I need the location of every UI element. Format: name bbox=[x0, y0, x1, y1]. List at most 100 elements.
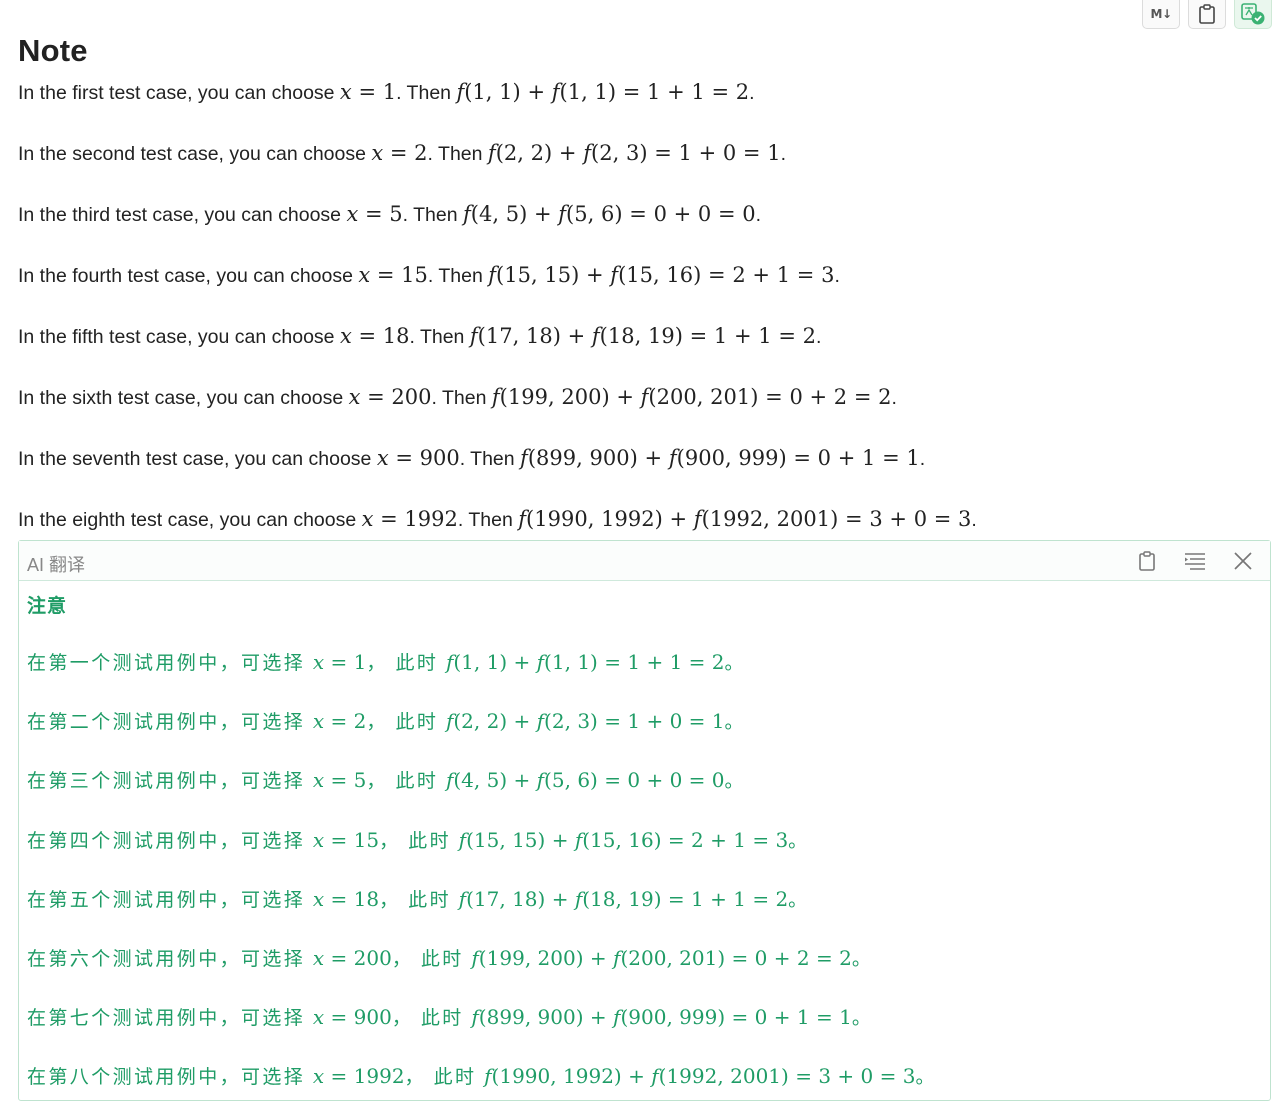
text-segment: In the fifth test case, you can choose bbox=[18, 326, 340, 348]
math-value: = 5 bbox=[324, 768, 367, 793]
math-expression: f(2, 2) + f(2, 3) = 1 + 0 = 1 bbox=[487, 141, 781, 165]
math-variable: x bbox=[358, 263, 371, 287]
math-value: = 2 bbox=[324, 709, 367, 734]
math-expression: f(4, 5) + f(5, 6) = 0 + 0 = 0 bbox=[462, 202, 756, 226]
text-segment: ， 此时 bbox=[366, 712, 446, 734]
text-segment: ， 此时 bbox=[366, 771, 446, 793]
text-segment: 在第四个测试用例中，可选择 bbox=[27, 830, 313, 852]
math-variable: x bbox=[361, 507, 374, 531]
ai-heading: 注意 bbox=[27, 596, 68, 617]
markdown-label: M↓ bbox=[1150, 7, 1173, 21]
text-segment: ， 此时 bbox=[379, 830, 459, 852]
text-segment: 。 bbox=[788, 830, 810, 852]
text-segment: . bbox=[816, 326, 822, 348]
text-segment: 。 bbox=[724, 653, 746, 674]
text-segment: In the eighth test case, you can choose bbox=[18, 509, 362, 531]
text-segment: In the second test case, you can choose bbox=[18, 143, 372, 165]
math-expression: f(1, 1) + f(1, 1) = 1 + 1 = 2 bbox=[445, 650, 725, 674]
text-segment: 在第七个测试用例中，可选择 bbox=[27, 1008, 313, 1030]
note-line: In the second test case, you can choose … bbox=[18, 136, 1248, 197]
text-segment: . bbox=[971, 509, 977, 531]
text-segment: ， 此时 bbox=[391, 948, 472, 970]
text-segment: . bbox=[919, 448, 926, 470]
math-value: = 1992 bbox=[324, 1064, 405, 1089]
text-segment: 。 bbox=[851, 1008, 874, 1030]
text-segment: 。 bbox=[788, 889, 810, 911]
ai-close-button[interactable] bbox=[1228, 548, 1258, 574]
math-expression: f(2, 2) + f(2, 3) = 1 + 0 = 1 bbox=[445, 709, 725, 734]
ai-panel-tools bbox=[1132, 548, 1258, 574]
math-expression: f(17, 18) + f(18, 19) = 1 + 1 = 2 bbox=[469, 324, 817, 348]
ai-translated-line: 在第七个测试用例中，可选择 x = 900， 此时 f(899, 900) + … bbox=[27, 1000, 937, 1059]
math-value: = 1 bbox=[351, 80, 397, 104]
ai-copy-button[interactable] bbox=[1132, 548, 1162, 574]
math-variable: x bbox=[339, 80, 352, 104]
note-line: In the seventh test case, you can choose… bbox=[18, 441, 1248, 502]
text-segment: . bbox=[891, 387, 897, 409]
math-variable: x bbox=[312, 945, 325, 970]
math-expression: f(899, 900) + f(900, 999) = 0 + 1 = 1 bbox=[471, 1005, 852, 1030]
text-segment: 。 bbox=[724, 712, 746, 734]
math-variable: x bbox=[312, 650, 325, 674]
text-segment: 在第五个测试用例中，可选择 bbox=[27, 889, 313, 911]
ai-panel-header: AI 翻译 bbox=[19, 541, 1270, 581]
math-expression: f(4, 5) + f(5, 6) = 0 + 0 = 0 bbox=[445, 768, 725, 793]
math-value: = 1 bbox=[324, 650, 367, 674]
text-segment: . bbox=[780, 143, 787, 165]
clipboard-icon bbox=[1199, 4, 1215, 24]
translate-button[interactable] bbox=[1234, 0, 1272, 29]
math-variable: x bbox=[339, 324, 352, 348]
ai-list: 在第一个测试用例中，可选择 x = 1， 此时 f(1, 1) + f(1, 1… bbox=[27, 645, 937, 1119]
text-segment: 在第六个测试用例中，可选择 bbox=[27, 948, 313, 970]
math-value: = 900 bbox=[388, 446, 460, 470]
ai-translated-line: 在第六个测试用例中，可选择 x = 200， 此时 f(199, 200) + … bbox=[27, 941, 937, 1000]
math-expression: f(17, 18) + f(18, 19) = 1 + 1 = 2 bbox=[458, 886, 789, 911]
top-toolbar: M↓ bbox=[1142, 0, 1272, 29]
text-segment: . Then bbox=[409, 326, 470, 348]
math-value: = 15 bbox=[324, 827, 380, 852]
text-segment: 在第三个测试用例中，可选择 bbox=[27, 771, 313, 793]
math-variable: x bbox=[346, 202, 359, 226]
ai-format-button[interactable] bbox=[1180, 548, 1210, 574]
indent-lines-icon bbox=[1185, 553, 1205, 570]
text-segment: In the fourth test case, you can choose bbox=[18, 265, 359, 287]
ai-translation-panel: AI 翻译 注意 在第一个测试用例中，可选择 x = 1， 此时 f(1, 1)… bbox=[18, 540, 1271, 1101]
markdown-button[interactable]: M↓ bbox=[1142, 0, 1180, 29]
close-icon bbox=[1234, 552, 1252, 570]
text-segment: In the first test case, you can choose bbox=[18, 82, 340, 104]
text-segment: In the third test case, you can choose bbox=[18, 204, 347, 226]
math-value: = 15 bbox=[370, 263, 428, 287]
note-line: In the fourth test case, you can choose … bbox=[18, 258, 1248, 319]
text-segment: 在第二个测试用例中，可选择 bbox=[27, 712, 313, 734]
text-segment: . Then bbox=[396, 82, 457, 104]
text-segment: 在第八个测试用例中，可选择 bbox=[27, 1067, 313, 1089]
math-variable: x bbox=[312, 886, 325, 911]
ai-translated-line: 在第一个测试用例中，可选择 x = 1， 此时 f(1, 1) + f(1, 1… bbox=[27, 645, 937, 704]
math-value: = 200 bbox=[324, 945, 392, 970]
text-segment: ， 此时 bbox=[379, 889, 459, 911]
note-line: In the third test case, you can choose x… bbox=[18, 197, 1248, 258]
math-expression: f(1, 1) + f(1, 1) = 1 + 1 = 2 bbox=[456, 80, 750, 104]
text-segment: ， 此时 bbox=[366, 653, 446, 674]
math-expression: f(899, 900) + f(900, 999) = 0 + 1 = 1 bbox=[520, 446, 920, 470]
ai-translated-line: 在第八个测试用例中，可选择 x = 1992， 此时 f(1990, 1992)… bbox=[27, 1059, 937, 1118]
text-segment: In the seventh test case, you can choose bbox=[18, 448, 377, 470]
text-segment: . Then bbox=[457, 509, 519, 531]
math-expression: f(199, 200) + f(200, 201) = 0 + 2 = 2 bbox=[491, 385, 892, 409]
text-segment: 在第一个测试用例中，可选择 bbox=[27, 653, 313, 674]
text-segment: . bbox=[834, 265, 840, 287]
math-value: = 900 bbox=[324, 1005, 392, 1030]
copy-button[interactable] bbox=[1188, 0, 1226, 29]
note-line: In the first test case, you can choose x… bbox=[18, 75, 1248, 136]
text-segment: . bbox=[749, 82, 755, 104]
math-variable: x bbox=[312, 709, 325, 734]
note-line: In the sixth test case, you can choose x… bbox=[18, 380, 1248, 441]
text-segment: . bbox=[755, 204, 762, 226]
ai-panel-title: AI 翻译 bbox=[27, 555, 86, 575]
math-variable: x bbox=[312, 827, 325, 852]
text-segment: . Then bbox=[459, 448, 521, 470]
math-variable: x bbox=[348, 385, 361, 409]
math-expression: f(15, 15) + f(15, 16) = 2 + 1 = 3 bbox=[488, 263, 835, 287]
math-value: = 18 bbox=[324, 886, 380, 911]
math-variable: x bbox=[312, 768, 325, 793]
